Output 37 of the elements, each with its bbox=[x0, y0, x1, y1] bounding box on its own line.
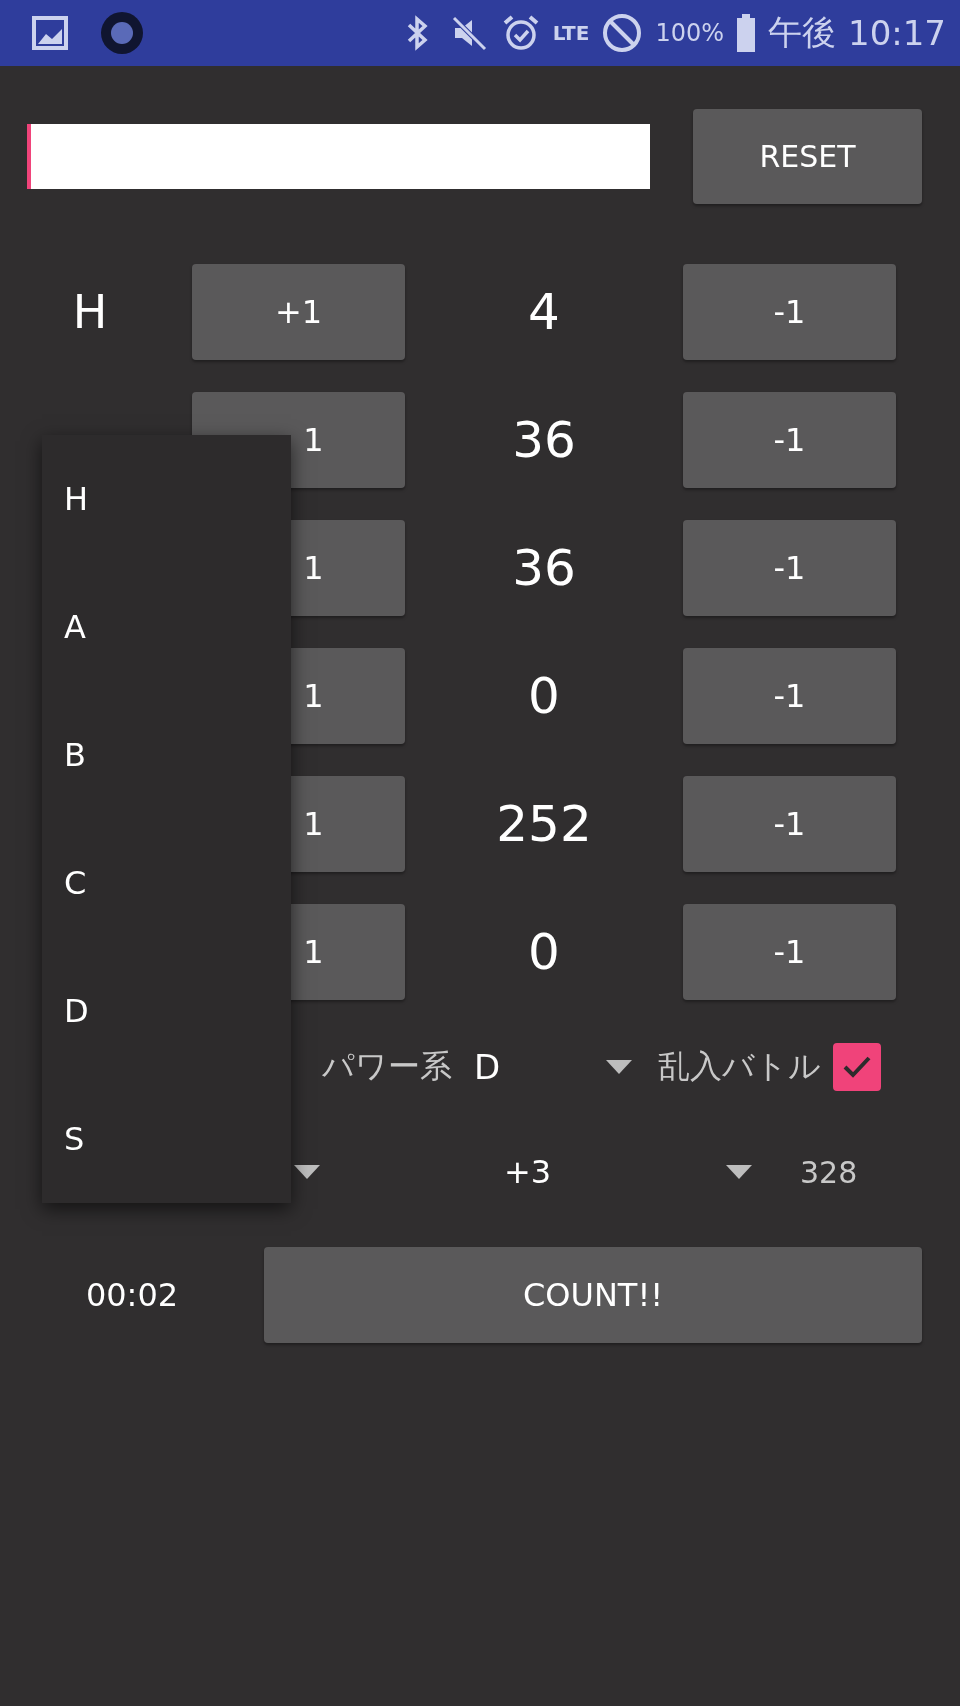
menu-item[interactable]: S bbox=[42, 1075, 291, 1203]
stat-label: H bbox=[72, 285, 108, 339]
count-button[interactable]: COUNT!! bbox=[264, 1247, 922, 1343]
decrement-button[interactable]: -1 bbox=[683, 264, 896, 360]
stat-value: 4 bbox=[528, 283, 560, 341]
stat-value: 252 bbox=[496, 795, 592, 853]
reset-button[interactable]: RESET bbox=[693, 109, 922, 204]
decrement-button[interactable]: -1 bbox=[683, 520, 896, 616]
rank-dropdown[interactable] bbox=[294, 1165, 320, 1179]
decrement-button[interactable]: -1 bbox=[683, 648, 896, 744]
stat-value: 36 bbox=[512, 539, 576, 597]
time-period: 午後 bbox=[768, 11, 836, 54]
battery-icon bbox=[736, 13, 756, 53]
bonus-dropdown[interactable]: +3 bbox=[504, 1153, 752, 1191]
gallery-icon bbox=[32, 16, 68, 50]
text-input-field[interactable] bbox=[27, 124, 650, 189]
total-value: 328 bbox=[800, 1154, 858, 1190]
intrusion-label: 乱入バトル bbox=[658, 1046, 821, 1087]
stat-value: 0 bbox=[528, 667, 560, 725]
decrement-button[interactable]: -1 bbox=[683, 776, 896, 872]
clock-time: 10:17 bbox=[848, 13, 946, 53]
decrement-button[interactable]: -1 bbox=[683, 904, 896, 1000]
network-type: LTE bbox=[552, 21, 590, 45]
stat-value: 0 bbox=[528, 923, 560, 981]
caret-icon bbox=[726, 1165, 752, 1179]
increment-button[interactable]: +1 bbox=[192, 264, 405, 360]
decrement-button[interactable]: -1 bbox=[683, 392, 896, 488]
stat-value: 36 bbox=[512, 411, 576, 469]
avatar-icon bbox=[100, 11, 144, 55]
type-label: パワー系 bbox=[322, 1046, 452, 1087]
caret-icon bbox=[294, 1165, 320, 1179]
type-dropdown[interactable]: D bbox=[474, 1047, 632, 1087]
caret-icon bbox=[606, 1060, 632, 1074]
do-not-disturb-icon bbox=[601, 12, 644, 54]
battery-percent: 100% bbox=[655, 19, 724, 47]
timer: 00:02 bbox=[84, 1276, 180, 1314]
intrusion-checkbox[interactable] bbox=[833, 1043, 881, 1091]
